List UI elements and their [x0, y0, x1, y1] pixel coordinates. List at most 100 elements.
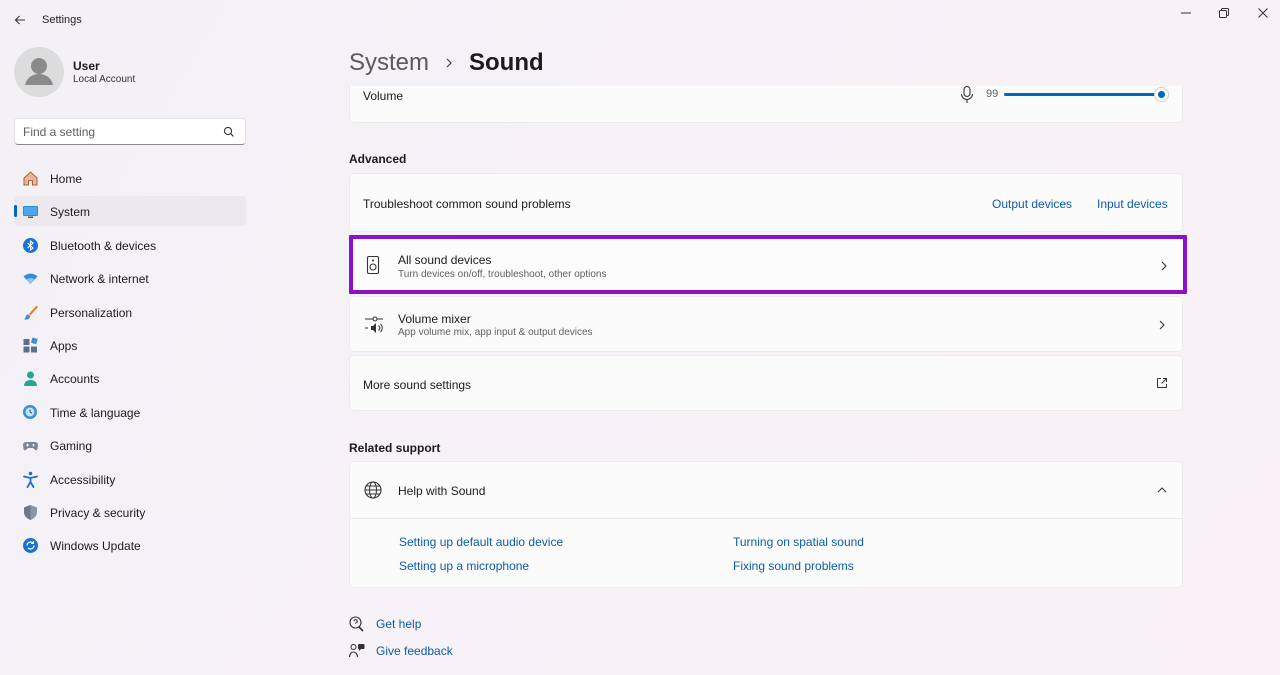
help-with-sound-header[interactable]: Help with Sound — [350, 462, 1182, 518]
more-sound-settings-card[interactable]: More sound settings — [349, 355, 1183, 411]
help-icon — [349, 616, 364, 632]
app-title: Settings — [42, 14, 82, 26]
search-box — [14, 118, 246, 145]
help-link-microphone[interactable]: Setting up a microphone — [399, 559, 529, 573]
sidebar-item-windows-update[interactable]: Windows Update — [14, 530, 246, 560]
sidebar-item-label: Accounts — [50, 372, 100, 387]
get-help-link[interactable]: Get help — [349, 616, 421, 632]
avatar — [14, 47, 64, 97]
search-icon[interactable] — [222, 125, 236, 139]
volume-mixer-subtitle: App volume mix, app input & output devic… — [398, 327, 593, 338]
input-devices-link[interactable]: Input devices — [1097, 197, 1168, 211]
bluetooth-icon — [23, 237, 38, 253]
home-icon — [23, 171, 38, 186]
sidebar-nav: Home System Bluetooth & devices Network … — [14, 163, 246, 564]
chevron-up-icon — [1157, 487, 1167, 493]
search-input[interactable] — [23, 123, 218, 141]
give-feedback-label: Give feedback — [376, 644, 453, 658]
volume-slider-track[interactable] — [1004, 93, 1161, 96]
brush-icon — [23, 305, 38, 320]
sidebar-item-label: Apps — [50, 338, 78, 353]
output-devices-link[interactable]: Output devices — [992, 197, 1072, 211]
get-help-label: Get help — [376, 617, 422, 631]
chevron-right-icon — [1161, 261, 1167, 271]
sidebar-item-accounts[interactable]: Accounts — [14, 363, 246, 393]
sidebar-item-label: Accessibility — [50, 472, 116, 487]
page-title: Sound — [469, 49, 544, 76]
all-sound-devices-subtitle: Turn devices on/off, troubleshoot, other… — [398, 269, 607, 280]
sidebar-item-bluetooth[interactable]: Bluetooth & devices — [14, 230, 246, 260]
volume-mixer-title: Volume mixer — [398, 312, 471, 326]
apps-icon — [23, 337, 38, 353]
title-bar: Settings — [0, 0, 1280, 40]
minimize-icon — [1181, 12, 1191, 14]
speaker-icon — [366, 255, 380, 275]
user-name: User — [73, 59, 100, 73]
sidebar-item-apps[interactable]: Apps — [14, 330, 246, 360]
chevron-right-icon — [1159, 320, 1165, 330]
sidebar-item-home[interactable]: Home — [14, 163, 246, 193]
sidebar-item-time-language[interactable]: Time & language — [14, 397, 246, 427]
sidebar-item-label: Gaming — [50, 439, 93, 454]
divider — [350, 518, 1182, 519]
close-icon — [1258, 8, 1268, 18]
volume-mixer-card[interactable]: Volume mixer App volume mix, app input &… — [349, 296, 1183, 352]
volume-value: 99 — [986, 88, 999, 100]
help-with-sound-title: Help with Sound — [398, 484, 486, 498]
breadcrumb: System Sound — [349, 48, 544, 78]
account-type: Local Account — [73, 74, 136, 85]
sidebar-item-accessibility[interactable]: Accessibility — [14, 464, 246, 494]
back-button[interactable] — [8, 9, 32, 31]
all-sound-devices-title: All sound devices — [398, 253, 492, 267]
sidebar-item-label: Bluetooth & devices — [50, 238, 157, 253]
troubleshoot-label: Troubleshoot common sound problems — [363, 197, 571, 211]
wifi-icon — [23, 273, 38, 285]
sidebar-item-personalization[interactable]: Personalization — [14, 297, 246, 327]
more-sound-settings-label: More sound settings — [363, 378, 472, 392]
related-support-heading: Related support — [349, 441, 441, 455]
troubleshoot-card: Troubleshoot common sound problems Outpu… — [349, 173, 1183, 232]
sidebar-item-label: Network & internet — [50, 272, 149, 287]
sidebar-item-label: Privacy & security — [50, 505, 146, 520]
help-link-spatial-sound[interactable]: Turning on spatial sound — [733, 535, 864, 549]
breadcrumb-parent[interactable]: System — [349, 49, 429, 77]
give-feedback-link[interactable]: Give feedback — [349, 643, 453, 659]
sidebar-item-gaming[interactable]: Gaming — [14, 430, 246, 460]
help-link-default-audio[interactable]: Setting up default audio device — [399, 535, 563, 549]
sidebar-item-label: System — [50, 205, 91, 220]
sidebar-item-label: Windows Update — [50, 539, 141, 554]
maximize-button[interactable] — [1209, 4, 1239, 22]
minimize-button[interactable] — [1171, 4, 1201, 22]
volume-label: Volume — [363, 89, 404, 103]
sidebar-item-label: Home — [50, 172, 83, 186]
user-icon — [25, 58, 53, 85]
feedback-icon — [349, 643, 365, 658]
advanced-heading: Advanced — [349, 152, 407, 166]
help-link-fixing-sound[interactable]: Fixing sound problems — [733, 559, 854, 573]
external-link-icon — [1157, 378, 1167, 388]
globe-icon — [364, 481, 382, 499]
user-profile[interactable]: User Local Account — [14, 47, 254, 97]
close-button[interactable] — [1248, 4, 1278, 22]
accounts-icon — [24, 371, 37, 387]
globe-clock-icon — [23, 404, 37, 419]
volume-slider-thumb[interactable] — [1155, 88, 1168, 101]
system-icon — [23, 206, 38, 219]
sidebar-item-system[interactable]: System — [14, 196, 246, 227]
shield-icon — [24, 504, 37, 520]
update-icon — [23, 538, 38, 554]
sidebar-item-network[interactable]: Network & internet — [14, 263, 246, 293]
accessibility-icon — [23, 471, 38, 488]
sidebar-item-label: Personalization — [50, 305, 133, 320]
volume-card: Volume 99 — [349, 86, 1183, 123]
sidebar-item-label: Time & language — [50, 405, 141, 420]
microphone-icon[interactable] — [959, 86, 975, 104]
restore-icon — [1219, 8, 1229, 18]
help-with-sound-card: Help with Sound Setting up default audio… — [349, 461, 1183, 588]
volume-mixer-icon — [365, 316, 383, 333]
sidebar-item-privacy[interactable]: Privacy & security — [14, 497, 246, 527]
gamepad-icon — [23, 442, 38, 451]
chevron-right-icon — [446, 58, 452, 68]
all-sound-devices-card[interactable]: All sound devices Turn devices on/off, t… — [349, 235, 1187, 294]
back-arrow-icon — [14, 15, 25, 25]
